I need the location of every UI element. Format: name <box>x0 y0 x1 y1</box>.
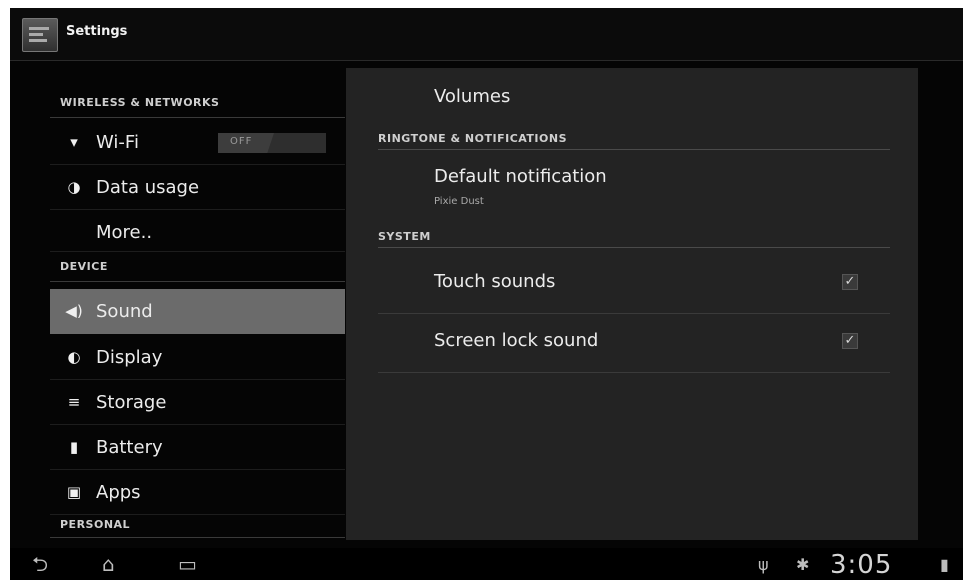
sidebar-item-label: Sound <box>96 301 153 322</box>
sidebar-item-display[interactable]: ◐ Display <box>50 335 345 380</box>
sidebar-item-label: Battery <box>96 437 163 458</box>
sidebar-item-sound[interactable]: ◀) Sound <box>50 289 345 334</box>
sidebar-item-more[interactable]: More.. <box>50 210 345 252</box>
settings-icon[interactable] <box>22 18 58 52</box>
section-header-device: DEVICE <box>50 260 345 282</box>
app-title: Settings <box>66 24 128 39</box>
sound-icon: ◀) <box>65 302 83 320</box>
apps-icon: ▣ <box>66 483 82 501</box>
sidebar-item-battery[interactable]: ▮ Battery <box>50 425 345 470</box>
sidebar-item-label: Data usage <box>96 177 200 198</box>
divider <box>378 372 890 373</box>
android-debug-icon: ✱ <box>796 555 810 574</box>
tablet-screen: Settings WIRELESS & NETWORKS ▾ Wi-Fi OFF… <box>10 8 963 580</box>
default-notification-summary: Pixie Dust <box>434 196 484 207</box>
touch-sounds-label[interactable]: Touch sounds <box>434 271 555 292</box>
section-header-wireless: WIRELESS & NETWORKS <box>50 96 345 118</box>
screen-lock-sound-checkbox[interactable]: ✓ <box>842 333 858 349</box>
sidebar-item-label: Wi-Fi <box>96 132 139 153</box>
display-icon: ◐ <box>67 348 81 366</box>
sidebar-item-data-usage[interactable]: ◑ Data usage <box>50 165 345 210</box>
action-bar: Settings <box>10 8 963 61</box>
system-navigation-bar: ⮌ ⌂ ▭ ψ ✱ 3:05 ▮ <box>10 548 963 580</box>
storage-icon: ≡ <box>67 393 81 411</box>
volumes-item[interactable]: Volumes <box>434 86 510 107</box>
sound-settings-pane: Volumes RINGTONE & NOTIFICATIONS Default… <box>346 68 918 540</box>
settings-sidebar: WIRELESS & NETWORKS ▾ Wi-Fi OFF ◑ Data u… <box>50 78 345 540</box>
home-icon[interactable]: ⌂ <box>102 554 115 574</box>
sidebar-item-label: More.. <box>96 222 153 243</box>
battery-status-icon: ▮ <box>940 555 949 574</box>
section-header-system: SYSTEM <box>378 230 890 248</box>
usb-icon: ψ <box>758 555 769 574</box>
section-header-personal: PERSONAL <box>50 518 345 538</box>
clock: 3:05 <box>830 550 893 580</box>
screen-lock-sound-label[interactable]: Screen lock sound <box>434 330 598 351</box>
wifi-icon: ▾ <box>70 133 78 151</box>
recent-apps-icon[interactable]: ▭ <box>178 554 197 574</box>
default-notification-title[interactable]: Default notification <box>434 166 607 187</box>
battery-icon: ▮ <box>69 438 79 456</box>
sidebar-item-wifi[interactable]: ▾ Wi-Fi OFF <box>50 120 345 165</box>
sidebar-item-label: Display <box>96 347 163 368</box>
divider <box>378 313 890 314</box>
section-header-ringtone: RINGTONE & NOTIFICATIONS <box>378 132 890 150</box>
sidebar-item-apps[interactable]: ▣ Apps <box>50 470 345 515</box>
sidebar-item-label: Apps <box>96 482 141 503</box>
toggle-state: OFF <box>230 136 253 147</box>
touch-sounds-checkbox[interactable]: ✓ <box>842 274 858 290</box>
wifi-toggle-switch[interactable]: OFF <box>218 133 326 153</box>
data-usage-icon: ◑ <box>67 178 81 196</box>
back-icon[interactable]: ⮌ <box>32 554 48 574</box>
sidebar-item-label: Storage <box>96 392 167 413</box>
sidebar-item-storage[interactable]: ≡ Storage <box>50 380 345 425</box>
